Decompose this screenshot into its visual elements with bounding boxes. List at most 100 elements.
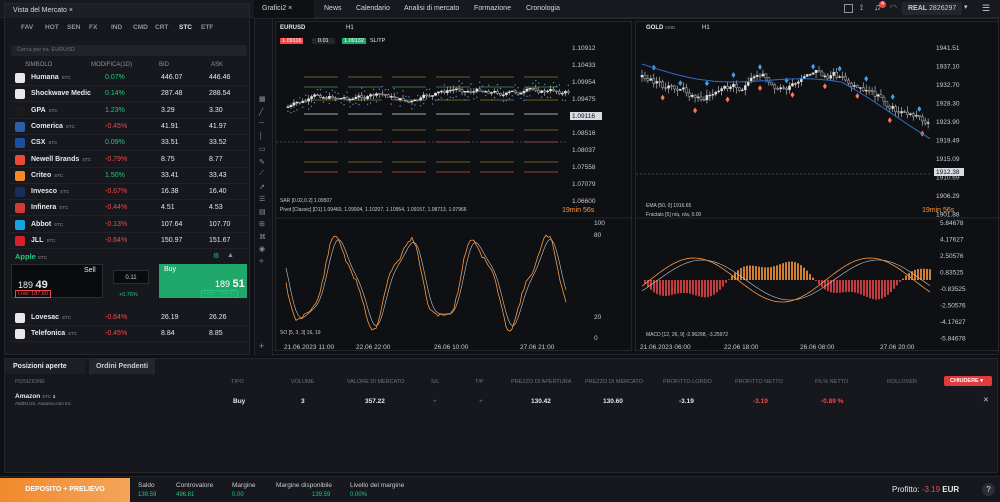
watchlist-row[interactable]: Humana STC 0.07% 446.07 446.46 (9, 70, 247, 86)
drawing-tool-icon[interactable]: ◉ (259, 245, 265, 253)
drawing-tool-icon[interactable]: ⌘ (259, 233, 266, 241)
tab-analysis[interactable]: Analisi di mercato (396, 0, 467, 18)
deposit-withdraw-button[interactable]: DEPOSITO + PRELIEVO (0, 478, 130, 502)
watchlist-row[interactable]: Newell Brands STC -0.79% 8.75 8.77 (9, 152, 247, 168)
col-change[interactable]: MODIFICA(1D) (91, 62, 132, 68)
drawing-tool-icon[interactable]: ✎ (259, 158, 265, 166)
help-icon[interactable]: ? (982, 483, 995, 496)
watchlist-row[interactable]: Shockwave Medic 0.14% 287.48 288.54 (9, 86, 247, 103)
tab-chart[interactable]: Grafici2 × (254, 0, 314, 18)
watchlist-row[interactable]: Criteo STC 1.50% 33.41 33.43 (9, 168, 247, 184)
sar-dot (446, 98, 448, 101)
sar-dot (372, 88, 375, 91)
candle (805, 74, 809, 77)
candle (764, 73, 768, 78)
tab-calendar[interactable]: Calendario (348, 0, 398, 18)
tp-add-button[interactable]: + (479, 398, 483, 405)
drawing-tool-icon[interactable]: ▤ (259, 208, 266, 216)
category-tab-fav[interactable]: FAV (21, 24, 33, 31)
close-icon[interactable]: × (69, 7, 73, 14)
watchlist-row[interactable]: CSX STC 0.09% 33.51 33.52 (9, 135, 247, 152)
category-tab-hot[interactable]: HOT (45, 24, 59, 31)
watchlist-row[interactable]: GPA STC 1.23% 3.29 3.30 (9, 103, 247, 119)
watchlist-row[interactable]: Infinera STC -0.44% 4.51 4.53 (9, 200, 247, 217)
macd-histogram-bar (734, 272, 736, 280)
drawing-tool-icon[interactable]: ⟋ (259, 170, 264, 178)
account-selector[interactable]: REAL 2826297 (902, 2, 962, 15)
signal-icon[interactable]: ⟟ (860, 3, 863, 13)
candle (493, 90, 496, 93)
watchlist-row[interactable]: Telefonica STC -0.45% 8.84 8.85 (9, 326, 247, 343)
category-tab-cmd[interactable]: CMD (133, 24, 148, 31)
watchlist-row[interactable]: Abbot STC -0.13% 107.64 107.70 (9, 217, 247, 233)
drawing-tool-icon[interactable]: ☰ (259, 195, 265, 203)
chevron-down-icon[interactable]: ▾ (964, 3, 968, 11)
symbol-tag: STC (48, 140, 58, 146)
candle (652, 78, 656, 84)
candle (378, 93, 381, 95)
sl-add-button[interactable]: + (433, 398, 437, 405)
macd-legend: MACD [12, 26, 9] -2.96298, -3.25972 (646, 332, 728, 338)
category-tab-fx[interactable]: FX (89, 24, 97, 31)
price-box-label: 1912.38 (936, 169, 960, 176)
drawing-tool-icon[interactable]: │ (259, 133, 263, 140)
category-tab-sen[interactable]: SEN (67, 24, 80, 31)
macd-histogram-bar (653, 280, 655, 293)
tab-history[interactable]: Cronologia (518, 0, 568, 18)
eurusd-chart-canvas[interactable]: 1.10912 1.10433 1.09954 1.09475 1.09116 1.085… (276, 22, 633, 352)
drawing-tool-icon[interactable]: ─ (259, 120, 264, 127)
menu-icon[interactable]: ☰ (982, 3, 994, 14)
stock-logo-icon (15, 236, 25, 246)
drawing-tool-icon[interactable]: ╱ (259, 108, 263, 116)
tab-open-positions[interactable]: Posizioni aperte (5, 359, 85, 374)
watchlist-row[interactable]: Invesco STC -0.67% 16.38 16.40 (9, 184, 247, 201)
watchlist-row[interactable]: Lovesac STC -0.64% 26.19 26.26 (9, 310, 247, 326)
close-all-button[interactable]: CHIUDERE ▾ (944, 376, 992, 386)
tab-news[interactable]: News (316, 0, 350, 18)
gold-chart-panel[interactable]: GOLD CMD H1 1941.51 1937.10 1932.70 1928.30… (635, 21, 1000, 352)
search-input[interactable]: Cerca per es. EURUSD (11, 45, 247, 56)
account-type: REAL (908, 5, 928, 12)
category-tab-etf[interactable]: ETF (201, 24, 213, 31)
margin-level-label: Livello del margine (350, 482, 405, 489)
category-tab-stc[interactable]: STC (179, 24, 192, 31)
eurusd-chart-panel[interactable]: EURUSD H1 1.09116 0.01 1.09132 SL/TP 1.1… (275, 21, 633, 352)
tab-pending-orders[interactable]: Ordini Pendenti (89, 359, 155, 374)
ask-value: 8.85 (209, 330, 223, 338)
change-value: -0.67% (105, 188, 128, 196)
change-value: 1.23% (105, 106, 125, 114)
macd-histogram-bar (902, 278, 904, 280)
symbol-tag: STC (61, 75, 71, 80)
col-ask[interactable]: ASK (211, 62, 223, 68)
drawing-tool-icon[interactable]: ▭ (259, 145, 266, 153)
category-tab-crt[interactable]: CRT (155, 24, 168, 31)
bid-value: 33.51 (161, 139, 179, 147)
gear-icon[interactable]: ⚙ (213, 252, 219, 260)
close-icon[interactable]: × (288, 5, 292, 12)
window-icon[interactable] (844, 4, 853, 13)
expand-icon[interactable]: ▲ (227, 252, 234, 259)
volume-input[interactable]: 0.11 (113, 270, 149, 284)
change-value: -0.45% (105, 122, 128, 130)
gold-chart-canvas[interactable]: 1941.51 1937.10 1932.70 1928.30 1923.90 1919.… (636, 22, 1000, 352)
watchlist-row[interactable]: JLL STC -0.64% 150.97 151.67 (9, 233, 247, 249)
drawing-tool-icon[interactable]: ⟡ (259, 258, 264, 266)
drawing-tool-icon[interactable]: ▦ (259, 95, 266, 103)
category-tab-ind[interactable]: IND (111, 24, 122, 31)
add-chart-icon[interactable]: + (259, 341, 264, 351)
drawing-tool-icon[interactable]: ⊞ (259, 220, 265, 228)
stock-logo-icon (15, 329, 25, 340)
col-bid[interactable]: BID (159, 62, 169, 68)
macd-histogram-bar (722, 280, 724, 287)
col-symbol[interactable]: SIMBOLO (25, 62, 52, 68)
column-header: PREZZO DI APERTURA (511, 379, 572, 385)
bid-value: 4.51 (161, 204, 175, 212)
sar-dot (355, 102, 357, 104)
watchlist-row[interactable]: Comerica STC -0.45% 41.91 41.97 (9, 119, 247, 135)
drawing-tool-icon[interactable]: ↗ (259, 183, 265, 191)
bid-value: 446.07 (161, 74, 183, 81)
close-position-icon[interactable]: ✕ (983, 396, 989, 404)
tab-education[interactable]: Formazione (466, 0, 519, 18)
sar-dot (361, 87, 363, 89)
macd-histogram-bar (827, 280, 829, 292)
